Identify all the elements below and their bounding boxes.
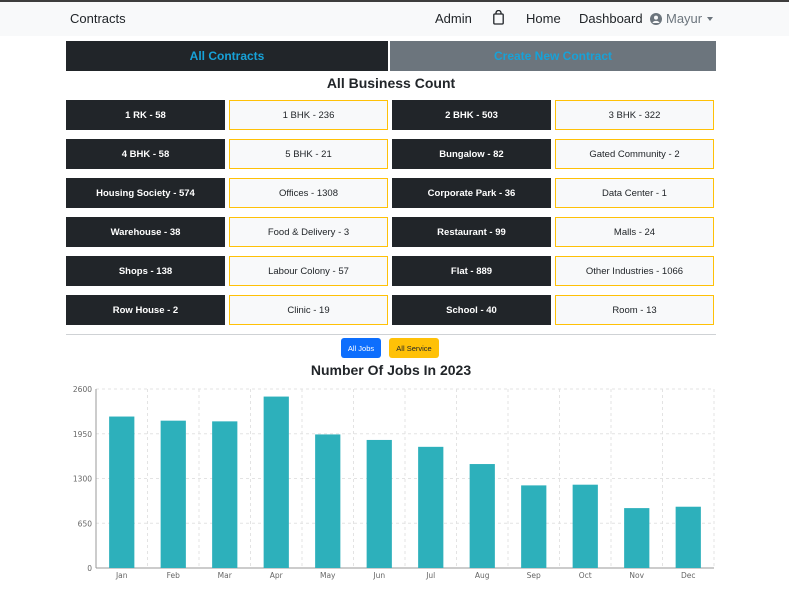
business-count-card: Restaurant - 99 [392, 217, 551, 247]
y-tick-label: 1950 [73, 430, 92, 439]
bar-jun [366, 439, 392, 568]
nav-dashboard-link[interactable]: Dashboard [579, 11, 643, 26]
x-tick-label: Mar [218, 571, 233, 580]
business-count-card: Gated Community - 2 [555, 139, 714, 169]
bar-oct [572, 484, 598, 568]
all-service-button[interactable]: All Service [389, 338, 439, 358]
bar-jan [109, 416, 135, 568]
business-count-card: 1 BHK - 236 [229, 100, 388, 130]
user-name: Mayur [666, 11, 703, 26]
business-count-card: Corporate Park - 36 [392, 178, 551, 208]
business-count-card: Clinic - 19 [229, 295, 388, 325]
nav-home-link[interactable]: Home [526, 11, 561, 26]
x-tick-label: Sep [527, 571, 541, 580]
business-count-card: Warehouse - 38 [66, 217, 225, 247]
bar-aug [469, 464, 495, 568]
x-tick-label: Aug [475, 571, 490, 580]
business-count-card: 2 BHK - 503 [392, 100, 551, 130]
business-count-card: Room - 13 [555, 295, 714, 325]
jobs-bar-chart: 0 650 1300 1950 2600 Jan Feb Mar Apr May Jun Jul Aug… [73, 385, 715, 580]
tab-all-contracts[interactable]: All Contracts [66, 41, 388, 71]
x-tick-label: Feb [167, 571, 181, 580]
shopping-bag-icon[interactable] [493, 9, 504, 28]
nav-admin-link[interactable]: Admin [435, 11, 472, 26]
business-count-card: Labour Colony - 57 [229, 256, 388, 286]
x-tick-label: Nov [629, 571, 644, 580]
user-menu-dropdown[interactable]: Mayur [650, 11, 714, 26]
chart-title: Number Of Jobs In 2023 [310, 362, 472, 378]
business-count-card: 5 BHK - 21 [229, 139, 388, 169]
bar-mar [212, 421, 238, 568]
y-tick-label: 0 [87, 564, 92, 573]
business-count-card: Offices - 1308 [229, 178, 388, 208]
x-tick-label: Apr [270, 571, 284, 580]
tab-create-new-contract[interactable]: Create New Contract [390, 41, 716, 71]
bar-dec [675, 506, 701, 568]
business-count-card: Data Center - 1 [555, 178, 714, 208]
bar-feb [160, 420, 186, 568]
y-tick-label: 650 [78, 519, 93, 528]
bar-may [315, 434, 341, 568]
business-count-card: Flat - 889 [392, 256, 551, 286]
business-count-card: Malls - 24 [555, 217, 714, 247]
business-count-card: Other Industries - 1066 [555, 256, 714, 286]
business-count-card: 4 BHK - 58 [66, 139, 225, 169]
brand-link[interactable]: Contracts [70, 11, 126, 26]
x-tick-label: Jun [372, 571, 385, 580]
user-circle-icon [650, 12, 662, 25]
y-tick-label: 1300 [73, 475, 92, 484]
business-count-card: Row House - 2 [66, 295, 225, 325]
x-tick-label: Jul [425, 571, 435, 580]
section-divider [66, 334, 716, 335]
business-count-card: Housing Society - 574 [66, 178, 225, 208]
business-count-title: All Business Count [326, 75, 456, 91]
business-count-card: 3 BHK - 322 [555, 100, 714, 130]
bar-nov [624, 508, 650, 568]
business-count-card: 1 RK - 58 [66, 100, 225, 130]
all-jobs-button[interactable]: All Jobs [341, 338, 381, 358]
y-tick-label: 2600 [73, 385, 92, 394]
business-count-card: School - 40 [392, 295, 551, 325]
bar-apr [263, 396, 289, 568]
business-count-card: Shops - 138 [66, 256, 225, 286]
business-count-card: Food & Delivery - 3 [229, 217, 388, 247]
x-tick-label: May [320, 571, 336, 580]
chevron-down-icon [707, 16, 714, 21]
bar-sep [521, 485, 547, 568]
business-count-card: Bungalow - 82 [392, 139, 551, 169]
bar-jul [418, 446, 444, 568]
x-tick-label: Oct [579, 571, 592, 580]
x-tick-label: Dec [681, 571, 696, 580]
x-tick-label: Jan [115, 571, 128, 580]
navbar: Contracts Admin Home Dashboard Mayur [0, 2, 789, 36]
